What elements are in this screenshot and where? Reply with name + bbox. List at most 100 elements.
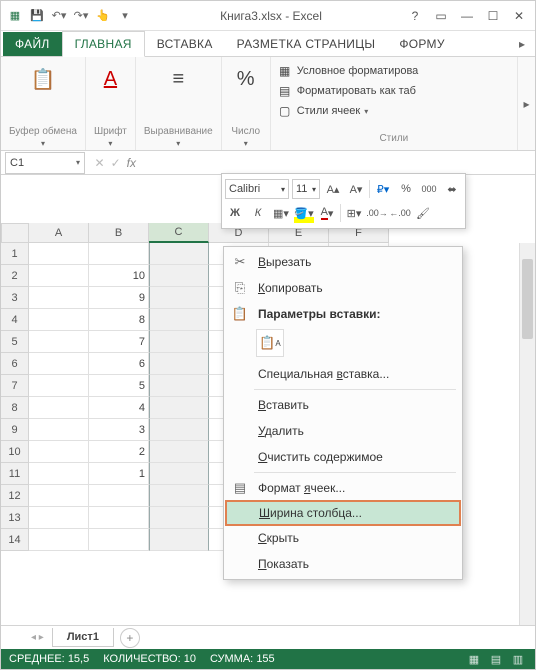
qat-customize-icon[interactable]: ▾ bbox=[117, 8, 133, 24]
column-header[interactable]: A bbox=[29, 223, 89, 243]
cell[interactable]: 4 bbox=[89, 397, 149, 419]
tab-formulas[interactable]: ФОРМУ bbox=[387, 32, 456, 56]
row-header[interactable]: 4 bbox=[1, 309, 29, 331]
cell[interactable] bbox=[149, 309, 209, 331]
menu-clear-contents[interactable]: Очистить содержимое bbox=[226, 444, 460, 470]
cell[interactable] bbox=[29, 441, 89, 463]
tab-insert[interactable]: ВСТАВКА bbox=[145, 32, 225, 56]
comma-style-icon[interactable]: 000 bbox=[419, 179, 439, 199]
cell[interactable] bbox=[29, 397, 89, 419]
sheet-tab[interactable]: Лист1 bbox=[52, 628, 114, 647]
cell[interactable]: 8 bbox=[89, 309, 149, 331]
cell[interactable] bbox=[149, 419, 209, 441]
chevron-down-icon[interactable]: ▾ bbox=[108, 139, 112, 148]
menu-copy[interactable]: ⎘ Копировать bbox=[226, 275, 460, 301]
italic-button[interactable]: К bbox=[248, 203, 268, 223]
ribbon-scroll-icon[interactable]: ▸ bbox=[517, 57, 535, 150]
name-box[interactable]: C1 ▾ bbox=[5, 152, 85, 174]
cell[interactable]: 5 bbox=[89, 375, 149, 397]
cell[interactable] bbox=[89, 529, 149, 551]
cell[interactable] bbox=[149, 331, 209, 353]
column-header[interactable]: C bbox=[149, 223, 209, 243]
paste-option-default[interactable]: 📋A bbox=[256, 329, 284, 357]
cell[interactable]: 6 bbox=[89, 353, 149, 375]
undo-icon[interactable]: ↶▾ bbox=[51, 8, 67, 24]
row-header[interactable]: 13 bbox=[1, 507, 29, 529]
cell[interactable] bbox=[29, 375, 89, 397]
font-button[interactable]: A bbox=[94, 61, 126, 97]
fx-icon[interactable]: fx bbox=[127, 156, 136, 170]
cell[interactable] bbox=[149, 463, 209, 485]
font-color-icon[interactable]: A▾ bbox=[317, 203, 337, 223]
row-header[interactable]: 5 bbox=[1, 331, 29, 353]
enter-icon[interactable]: ✓ bbox=[111, 156, 121, 170]
cell[interactable] bbox=[29, 529, 89, 551]
menu-cut[interactable]: ✂ Вырезать bbox=[226, 249, 460, 275]
menu-insert[interactable]: Вставить bbox=[226, 392, 460, 418]
cell[interactable] bbox=[149, 485, 209, 507]
mini-size-select[interactable]: 11▾ bbox=[292, 179, 320, 199]
cell[interactable]: 2 bbox=[89, 441, 149, 463]
tab-file[interactable]: ФАЙЛ bbox=[3, 32, 62, 56]
menu-column-width[interactable]: Ширина столбца... bbox=[225, 500, 461, 526]
cell[interactable] bbox=[149, 397, 209, 419]
row-header[interactable]: 9 bbox=[1, 419, 29, 441]
page-break-view-icon[interactable]: ▥ bbox=[509, 652, 527, 666]
cell[interactable] bbox=[149, 265, 209, 287]
add-sheet-button[interactable]: + bbox=[120, 628, 140, 648]
cell[interactable] bbox=[29, 309, 89, 331]
cell[interactable] bbox=[29, 265, 89, 287]
percent-icon[interactable]: % bbox=[396, 179, 416, 199]
menu-show[interactable]: Показать bbox=[226, 551, 460, 577]
cell[interactable]: 1 bbox=[89, 463, 149, 485]
cell[interactable] bbox=[29, 243, 89, 265]
touch-mode-icon[interactable]: 👆 bbox=[95, 8, 111, 24]
cell[interactable]: 7 bbox=[89, 331, 149, 353]
mini-font-select[interactable]: Calibri▾ bbox=[225, 179, 289, 199]
cell[interactable] bbox=[149, 529, 209, 551]
row-header[interactable]: 12 bbox=[1, 485, 29, 507]
cell[interactable] bbox=[149, 243, 209, 265]
menu-delete[interactable]: Удалить bbox=[226, 418, 460, 444]
row-header[interactable]: 11 bbox=[1, 463, 29, 485]
cancel-icon[interactable]: ✕ bbox=[95, 156, 105, 170]
border-icon[interactable]: ▦▾ bbox=[271, 203, 291, 223]
cell[interactable] bbox=[29, 353, 89, 375]
select-all-corner[interactable] bbox=[1, 223, 29, 243]
maximize-icon[interactable]: ☐ bbox=[481, 6, 505, 26]
ribbon-options-icon[interactable]: ▭ bbox=[429, 6, 453, 26]
cell[interactable] bbox=[89, 243, 149, 265]
cell[interactable] bbox=[149, 507, 209, 529]
cell[interactable] bbox=[149, 353, 209, 375]
redo-icon[interactable]: ↷▾ bbox=[73, 8, 89, 24]
row-header[interactable]: 6 bbox=[1, 353, 29, 375]
column-header[interactable]: B bbox=[89, 223, 149, 243]
help-icon[interactable]: ? bbox=[403, 6, 427, 26]
merge-center-icon[interactable]: ⬌ bbox=[442, 179, 462, 199]
menu-hide[interactable]: Скрыть bbox=[226, 525, 460, 551]
cell[interactable] bbox=[149, 375, 209, 397]
cell[interactable]: 9 bbox=[89, 287, 149, 309]
cell[interactable] bbox=[149, 287, 209, 309]
vertical-scrollbar[interactable] bbox=[519, 243, 535, 625]
decrease-font-icon[interactable]: A▾ bbox=[346, 179, 366, 199]
cell[interactable] bbox=[89, 485, 149, 507]
number-button[interactable]: % bbox=[230, 61, 262, 97]
sheet-nav[interactable]: ◂ ▸ bbox=[31, 632, 44, 643]
row-header[interactable]: 2 bbox=[1, 265, 29, 287]
cell[interactable] bbox=[29, 485, 89, 507]
cell[interactable] bbox=[149, 441, 209, 463]
row-header[interactable]: 1 bbox=[1, 243, 29, 265]
menu-format-cells[interactable]: ▤ Формат ячеек... bbox=[226, 475, 460, 501]
row-header[interactable]: 10 bbox=[1, 441, 29, 463]
minimize-icon[interactable]: — bbox=[455, 6, 479, 26]
conditional-formatting-button[interactable]: ▦ Условное форматирова bbox=[277, 61, 511, 81]
cell[interactable] bbox=[29, 463, 89, 485]
cell[interactable] bbox=[29, 419, 89, 441]
format-painter-icon[interactable]: 🖌 bbox=[413, 203, 433, 223]
bold-button[interactable]: Ж bbox=[225, 203, 245, 223]
cell[interactable] bbox=[29, 331, 89, 353]
chevron-down-icon[interactable]: ▾ bbox=[76, 158, 80, 167]
format-as-table-button[interactable]: ▤ Форматировать как таб bbox=[277, 81, 511, 101]
row-header[interactable]: 14 bbox=[1, 529, 29, 551]
